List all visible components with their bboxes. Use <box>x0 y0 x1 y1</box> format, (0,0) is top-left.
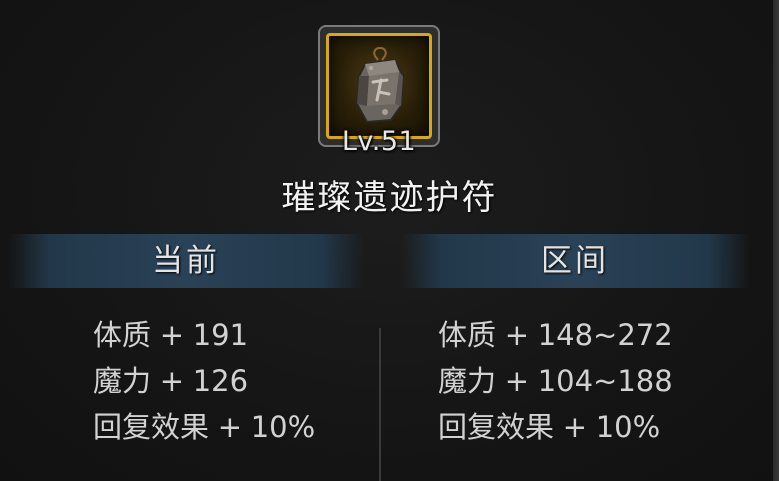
stat-row: 回复效果 +10% <box>438 404 673 450</box>
stat-row: 体质 +191 <box>93 312 315 358</box>
item-name: 璀璨遗迹护符 <box>281 178 498 218</box>
stat-name: 体质 <box>93 318 152 352</box>
stat-value: 126 <box>192 364 249 398</box>
column-header-range: 区间 <box>400 234 750 288</box>
stat-row: 魔力 +104~188 <box>438 358 673 404</box>
stat-name: 魔力 <box>93 364 152 398</box>
stat-name: 回复效果 <box>438 410 555 444</box>
stat-value: 10% <box>250 410 316 444</box>
column-divider <box>379 328 381 481</box>
stat-name: 回复效果 <box>93 410 210 444</box>
stat-sign: + <box>504 364 530 398</box>
stat-value: 148~272 <box>537 318 673 352</box>
panel-edge <box>773 0 779 481</box>
item-icon-frame <box>326 33 432 139</box>
item-level: Lv.51 <box>341 126 417 157</box>
stat-sign: + <box>159 364 185 398</box>
current-stats-list: 体质 +191 魔力 +126 回复效果 +10% <box>93 312 315 450</box>
stat-value: 10% <box>595 410 661 444</box>
stat-name: 魔力 <box>438 364 497 398</box>
item-tooltip-panel: Lv.51 璀璨遗迹护符 当前 区间 体质 +191 魔力 +126 回复效果 +10… <box>0 0 779 481</box>
stat-sign: + <box>562 410 588 444</box>
stat-sign: + <box>217 410 243 444</box>
amulet-icon <box>355 47 405 124</box>
stat-sign: + <box>504 318 530 352</box>
column-header-current: 当前 <box>8 234 364 288</box>
stat-value: 191 <box>192 318 249 352</box>
stat-name: 体质 <box>438 318 497 352</box>
stat-value: 104~188 <box>537 364 673 398</box>
stat-sign: + <box>159 318 185 352</box>
range-stats-list: 体质 +148~272 魔力 +104~188 回复效果 +10% <box>438 312 673 450</box>
stat-row: 体质 +148~272 <box>438 312 673 358</box>
stat-row: 魔力 +126 <box>93 358 315 404</box>
stat-row: 回复效果 +10% <box>93 404 315 450</box>
